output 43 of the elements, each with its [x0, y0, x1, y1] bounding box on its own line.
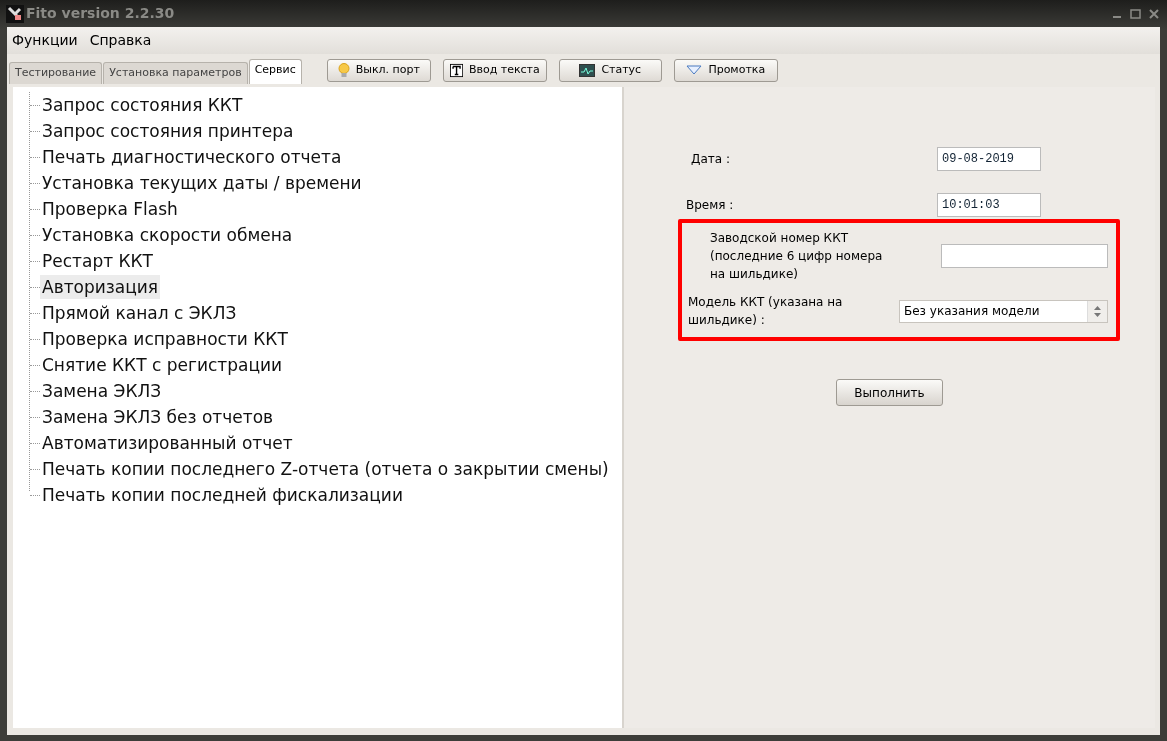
menu-item[interactable]: Справка [88, 30, 153, 51]
field-label: Заводской номер ККТ (последние 6 цифр номера на шильдике) [710, 230, 884, 283]
tree-item[interactable]: Печать копии последнего Z-отчета (отчета о закрытии смены) [40, 457, 611, 481]
execute-button[interactable]: Выполнить [836, 379, 943, 406]
tree-item[interactable]: Замена ЭКЛЗ без отчетов [40, 405, 276, 429]
field-label: Время : [686, 197, 734, 214]
tree-item[interactable]: Автоматизированный отчет [40, 431, 295, 455]
tree-item[interactable]: Печать диагностического отчета [40, 145, 344, 169]
spinner-arrows-icon [1094, 305, 1101, 317]
field-label: Дата : [691, 151, 730, 168]
tab[interactable]: Сервис [248, 58, 302, 84]
tree-item[interactable]: Снятие ККТ с регистрации [40, 353, 285, 377]
date-field[interactable]: 09-08-2019 [937, 147, 1041, 171]
window-title: Fito version 2.2.30 [26, 4, 175, 23]
tree-item[interactable]: Проверка Flash [40, 197, 180, 221]
toolbar-button[interactable]: Ввод текста [442, 58, 547, 82]
monitor-icon [579, 63, 596, 77]
tree-item[interactable]: Авторизация [40, 275, 161, 299]
toolbar-button[interactable]: Промотка [673, 58, 778, 82]
maximize-icon[interactable] [1130, 8, 1141, 19]
text-icon [449, 62, 463, 78]
app-logo-icon [6, 4, 24, 23]
tab[interactable]: Установка параметров [103, 61, 248, 84]
serial-number-field[interactable] [941, 244, 1108, 268]
tree-item[interactable]: Замена ЭКЛЗ [40, 379, 164, 403]
tree-item[interactable]: Рестарт ККТ [40, 249, 155, 273]
tree-item[interactable]: Установка текущих даты / времени [40, 171, 364, 195]
tree-item[interactable]: Запрос состояния принтера [40, 119, 296, 143]
toolbar-button[interactable]: Выкл. порт [326, 58, 431, 82]
close-icon[interactable] [1149, 8, 1159, 19]
tree-item[interactable]: Запрос состояния ККТ [40, 93, 245, 117]
tree-item[interactable]: Прямой канал с ЭКЛЗ [40, 301, 239, 325]
tree-item[interactable]: Проверка исправности ККТ [40, 327, 290, 351]
toolbar-button[interactable]: Статус [558, 58, 662, 82]
field-label: Модель ККТ (указана на шильдике) : [688, 294, 844, 329]
bulb-icon [337, 62, 350, 78]
tree-item[interactable]: Печать копии последней фискализации [40, 483, 405, 507]
triangle-down-icon [686, 65, 703, 75]
model-dropdown[interactable]: Без указания модели [899, 299, 1108, 323]
tree-item[interactable]: Установка скорости обмена [40, 223, 295, 247]
menu-item[interactable]: Функции [11, 30, 79, 51]
tab[interactable]: Тестирование [9, 61, 103, 84]
time-field[interactable]: 10:01:03 [937, 193, 1041, 217]
